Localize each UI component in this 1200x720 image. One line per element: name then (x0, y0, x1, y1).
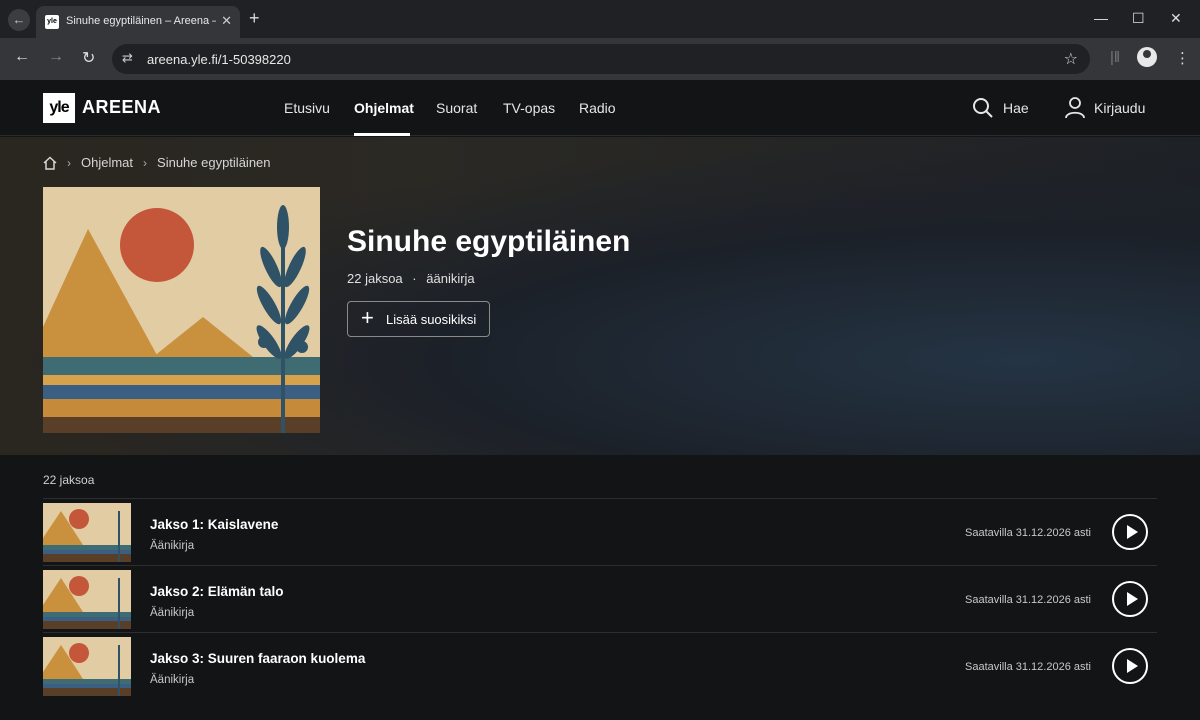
active-nav-indicator (354, 133, 410, 136)
series-title: Sinuhe egyptiläinen (347, 225, 631, 258)
add-favorite-button[interactable]: + Lisää suosikiksi (347, 301, 490, 337)
episode-title[interactable]: Jakso 2: Elämän talo (150, 584, 284, 599)
episode-row[interactable]: Jakso 2: Elämän talo Äänikirja Saatavill… (43, 565, 1157, 632)
episode-availability: Saatavilla 31.12.2026 asti (965, 527, 1091, 539)
login-label[interactable]: Kirjaudu (1094, 100, 1145, 116)
episode-subtitle: Äänikirja (150, 674, 195, 686)
episode-availability: Saatavilla 31.12.2026 asti (965, 594, 1091, 606)
site-settings-icon[interactable]: ⇄ (122, 50, 133, 66)
play-icon[interactable] (1112, 581, 1148, 617)
episode-thumbnail[interactable] (43, 637, 131, 696)
browser-tab[interactable]: yle Sinuhe egyptiläinen – Areena – Yle ✕ (36, 6, 240, 38)
episode-list: Jakso 1: Kaislavene Äänikirja Saatavilla… (43, 498, 1157, 699)
play-icon[interactable] (1112, 514, 1148, 550)
browser-tab-strip: ← yle Sinuhe egyptiläinen – Areena – Yle… (0, 0, 1200, 38)
search-label[interactable]: Hae (1003, 100, 1029, 116)
series-meta: 22 jaksoa · äänikirja (347, 271, 475, 286)
search-icon[interactable] (972, 97, 994, 119)
user-icon[interactable] (1064, 96, 1086, 120)
profile-avatar-icon[interactable] (1137, 47, 1157, 67)
breadcrumb-ohjelmat[interactable]: Ohjelmat (81, 155, 133, 170)
episode-title[interactable]: Jakso 1: Kaislavene (150, 517, 278, 532)
bookmark-star-icon[interactable]: ☆ (1064, 49, 1078, 69)
maximize-icon[interactable]: ☐ (1132, 10, 1145, 27)
chevron-right-icon: › (143, 155, 148, 170)
minimize-icon[interactable]: — (1094, 10, 1108, 26)
close-tab-icon[interactable]: ✕ (221, 13, 232, 29)
favicon: yle (45, 15, 59, 29)
back-icon[interactable]: ← (14, 48, 30, 66)
url-text[interactable]: areena.yle.fi/1-50398220 (147, 52, 291, 67)
episode-availability: Saatavilla 31.12.2026 asti (965, 661, 1091, 673)
tab-search-button[interactable]: ← (8, 9, 30, 31)
tab-title: Sinuhe egyptiläinen – Areena – Yle (66, 15, 216, 27)
extensions-icon[interactable]: |‖ (1110, 49, 1120, 66)
add-favorite-label: Lisää suosikiksi (386, 312, 477, 327)
episode-count: 22 jaksoa (347, 271, 403, 286)
yle-logo[interactable]: yle (43, 93, 75, 123)
episode-subtitle: Äänikirja (150, 540, 195, 552)
series-hero: › Ohjelmat › Sinuhe egyptiläinen Sinuhe … (0, 137, 1200, 455)
areena-logo-text[interactable]: AREENA (82, 97, 161, 118)
chevron-right-icon: › (67, 155, 71, 170)
home-icon[interactable] (43, 155, 57, 170)
nav-etusivu[interactable]: Etusivu (284, 100, 330, 116)
play-icon[interactable] (1112, 648, 1148, 684)
episode-thumbnail[interactable] (43, 503, 131, 562)
omnibox[interactable]: ⇄ areena.yle.fi/1-50398220 ☆ (112, 44, 1090, 74)
address-bar: ← → ↻ ⇄ areena.yle.fi/1-50398220 ☆ |‖ ⋮ (0, 38, 1200, 80)
nav-tv-opas[interactable]: TV-opas (503, 100, 555, 116)
plus-icon: + (361, 305, 374, 330)
close-window-icon[interactable]: ✕ (1170, 10, 1182, 27)
episode-row[interactable]: Jakso 1: Kaislavene Äänikirja Saatavilla… (43, 498, 1157, 565)
breadcrumb-current: Sinuhe egyptiläinen (157, 155, 271, 170)
nav-radio[interactable]: Radio (579, 100, 616, 116)
breadcrumb: › Ohjelmat › Sinuhe egyptiläinen (43, 155, 271, 170)
episode-thumbnail[interactable] (43, 570, 131, 629)
episode-title[interactable]: Jakso 3: Suuren faaraon kuolema (150, 651, 365, 666)
areena-page: yle AREENA Etusivu Ohjelmat Suorat TV-op… (0, 80, 1200, 720)
episode-subtitle: Äänikirja (150, 607, 195, 619)
nav-ohjelmat[interactable]: Ohjelmat (354, 100, 414, 116)
series-type: äänikirja (426, 271, 475, 286)
menu-dots-icon[interactable]: ⋮ (1175, 49, 1190, 67)
reload-icon[interactable]: ↻ (82, 48, 95, 68)
forward-icon[interactable]: → (48, 48, 64, 66)
new-tab-icon[interactable]: + (249, 8, 260, 29)
episode-row[interactable]: Jakso 3: Suuren faaraon kuolema Äänikirj… (43, 632, 1157, 699)
site-header: yle AREENA Etusivu Ohjelmat Suorat TV-op… (0, 80, 1200, 136)
nav-suorat[interactable]: Suorat (436, 100, 477, 116)
meta-separator: · (412, 271, 417, 286)
series-cover-image (43, 187, 320, 433)
episodes-heading: 22 jaksoa (43, 473, 95, 487)
